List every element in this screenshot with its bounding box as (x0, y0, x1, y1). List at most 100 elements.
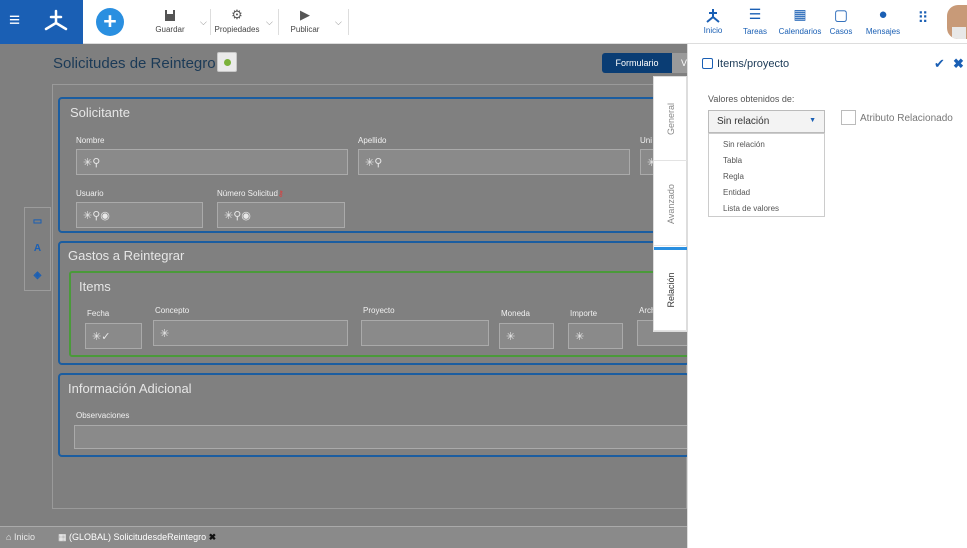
save-chevron-icon[interactable]: ⌵ (200, 17, 207, 28)
home-icon: ⌂ (6, 532, 12, 542)
close-tab-icon[interactable]: ✖ (209, 532, 217, 542)
section-title: Gastos a Reintegrar (68, 248, 185, 263)
field-label: Uni (640, 136, 653, 145)
column-label: Proyecto (363, 306, 395, 315)
apps-grid-icon: ⠿ (917, 10, 929, 27)
concepto-field[interactable]: ✳ (153, 320, 348, 346)
items-grid[interactable]: Items Fecha ✳✓ Concepto ✳ Proyecto Moned… (69, 271, 697, 357)
tab-avanzado[interactable]: Avanzado (654, 162, 687, 246)
nav-cases[interactable]: ▢ Casos (828, 6, 854, 40)
avatar[interactable] (947, 5, 967, 39)
importe-field[interactable]: ✳ (568, 323, 623, 349)
panel-title: Items/proyecto (702, 58, 789, 70)
field-icons: ✳ (575, 331, 585, 343)
add-button[interactable]: + (96, 8, 124, 36)
menu-icon[interactable]: ≡ (9, 11, 20, 31)
moneda-field[interactable]: ✳ (499, 323, 554, 349)
field-icons: ✳⚲ (83, 157, 101, 169)
relation-select[interactable]: Sin relación ▼ (708, 110, 825, 133)
column-label: Concepto (155, 306, 190, 315)
grid-icon: ▦ (58, 532, 67, 542)
monitor-icon[interactable]: ▭ (25, 208, 50, 235)
save-button[interactable]: Guardar (150, 7, 190, 39)
option-sin-relacion[interactable]: Sin relación (709, 137, 824, 153)
tab-other-mode[interactable]: V (672, 53, 687, 73)
nav-tasks[interactable]: ☰ Tareas (740, 6, 770, 40)
nav-calendars[interactable]: ▦ Calendarios (777, 6, 823, 40)
grid-title: Items (79, 279, 111, 294)
cases-icon: ▢ (833, 7, 849, 24)
fecha-field[interactable]: ✳✓ (85, 323, 142, 349)
section-gastos[interactable]: Gastos a Reintegrar Items Fecha ✳✓ Conce… (58, 241, 697, 365)
brand-block: ≡ (0, 0, 83, 44)
numero-solicitud-field[interactable]: ✳⚲◉ (217, 202, 345, 228)
option-lista-valores[interactable]: Lista de valores (709, 201, 824, 217)
cube-icon[interactable]: ◈ (25, 262, 50, 289)
proyecto-field[interactable] (361, 320, 489, 346)
top-toolbar: ≡ + Guardar ⌵ ⚙ Propiedades ⌵ ▶ Publicar… (0, 0, 967, 44)
apps-grid[interactable]: ⠿ (914, 6, 932, 40)
column-label: Fecha (87, 309, 110, 318)
option-regla[interactable]: Regla (709, 169, 824, 185)
save-icon (165, 10, 175, 21)
home-logo-icon (706, 9, 720, 23)
publish-chevron-icon[interactable]: ⌵ (335, 17, 342, 28)
field-icons: ✳⚲ (365, 157, 383, 169)
apellido-field[interactable]: ✳⚲ (358, 149, 630, 175)
key-icon: ⚷ (277, 189, 284, 198)
field-icons: ✳ (506, 331, 516, 343)
option-entidad[interactable]: Entidad (709, 185, 824, 201)
toolbar-divider (278, 9, 279, 35)
page-title: Solicitudes de Reintegro (53, 55, 216, 72)
confirm-check-icon[interactable]: ✔ (934, 56, 945, 72)
section-informacion-adicional[interactable]: Información Adicional Observaciones (58, 373, 690, 457)
document-tab[interactable]: ▦ (GLOBAL) SolicitudesdeReintegro ✖ (58, 532, 216, 543)
field-label: Usuario (76, 189, 104, 198)
tab-formulario[interactable]: Formulario (602, 53, 672, 73)
form-canvas: Solicitante Nombre ✳⚲ Apellido ✳⚲ Uni ✳ … (52, 84, 697, 509)
tab-general[interactable]: General (654, 77, 687, 161)
checkbox-icon[interactable] (702, 58, 713, 69)
nav-messages[interactable]: ● Mensajes (864, 6, 902, 40)
section-solicitante[interactable]: Solicitante Nombre ✳⚲ Apellido ✳⚲ Uni ✳ … (58, 97, 690, 233)
checkbox[interactable] (841, 110, 856, 125)
form-designer: Solicitudes de Reintegro Formulario V So… (0, 44, 697, 526)
column-label: Moneda (501, 309, 530, 318)
field-label: Número Solicitud⚷ (217, 189, 284, 198)
properties-button[interactable]: ⚙ Propiedades (212, 7, 262, 39)
field-icons: ✳ (160, 328, 170, 340)
toolbar-divider (348, 9, 349, 35)
tasks-icon: ☰ (748, 6, 762, 22)
field-icons: ✳⚲◉ (224, 210, 251, 222)
status-indicator[interactable] (217, 52, 237, 72)
logo-icon[interactable] (43, 9, 69, 33)
toolbar-divider (210, 9, 211, 35)
bottom-tabs: ⌂ Inicio ▦ (GLOBAL) SolicitudesdeReinteg… (0, 526, 687, 548)
relation-dropdown: Sin relación Tabla Regla Entidad Lista d… (708, 133, 825, 217)
section-title: Solicitante (70, 105, 130, 120)
nav-home[interactable]: Inicio (700, 6, 726, 40)
home-tab[interactable]: ⌂ Inicio (6, 532, 35, 542)
field-label: Observaciones (76, 411, 130, 420)
publish-button[interactable]: ▶ Publicar (285, 7, 325, 39)
atributo-relacionado[interactable]: Atributo Relacionado (841, 110, 953, 125)
field-icons: ✳⚲◉ (83, 210, 110, 222)
tab-relacion[interactable]: Relación (654, 247, 687, 331)
messages-icon: ● (878, 6, 888, 23)
caret-down-icon: ▼ (809, 117, 816, 124)
properties-chevron-icon[interactable]: ⌵ (266, 17, 273, 28)
field-label: Nombre (76, 136, 105, 145)
field-icons: ✳✓ (92, 331, 111, 343)
properties-panel: Items/proyecto ✔ ✖ Valores obtenidos de:… (687, 44, 967, 548)
gear-icon: ⚙ (231, 7, 243, 22)
text-icon[interactable]: A (25, 235, 50, 262)
numero-label: Número Solicitud (217, 189, 278, 198)
property-tabs: General Avanzado Relación (653, 76, 687, 332)
usuario-field[interactable]: ✳⚲◉ (76, 202, 203, 228)
option-tabla[interactable]: Tabla (709, 153, 824, 169)
nombre-field[interactable]: ✳⚲ (76, 149, 348, 175)
close-icon[interactable]: ✖ (953, 56, 964, 72)
column-label: Importe (570, 309, 598, 318)
calendar-icon: ▦ (793, 6, 807, 22)
observaciones-field[interactable] (74, 425, 690, 449)
